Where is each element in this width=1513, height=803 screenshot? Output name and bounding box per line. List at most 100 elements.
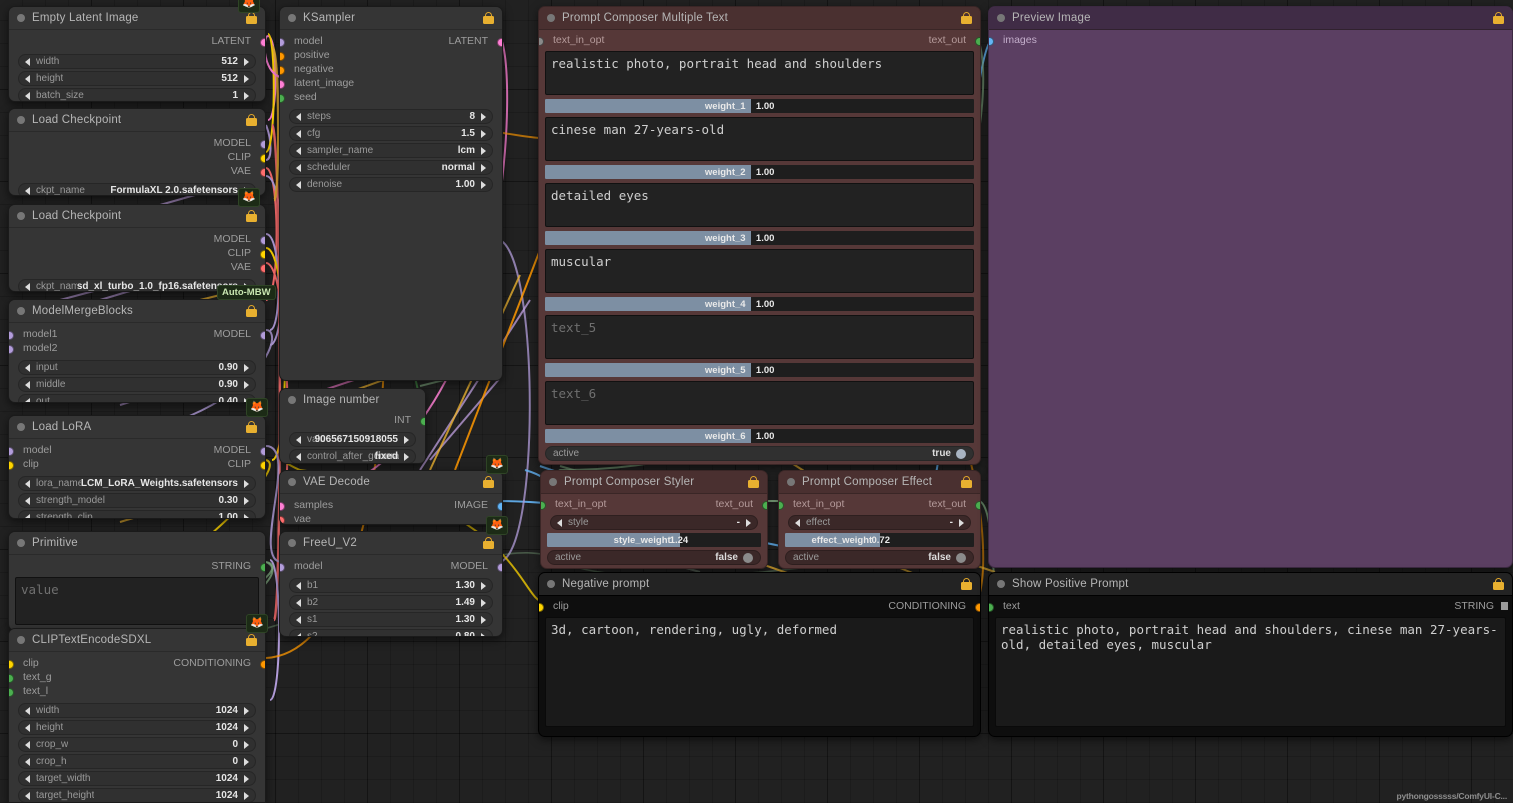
widget-strength-model[interactable]: strength_model 0.30 bbox=[18, 493, 256, 508]
next-arrow-icon[interactable] bbox=[244, 479, 249, 488]
collapse-dot[interactable] bbox=[547, 14, 555, 22]
collapse-dot[interactable] bbox=[288, 478, 296, 486]
node-ksampler[interactable]: KSampler model LATENT positive negative bbox=[279, 6, 503, 381]
slot-dot-text-out[interactable] bbox=[975, 37, 980, 46]
prev-arrow-icon[interactable] bbox=[795, 518, 800, 527]
slider-value[interactable]: 1.00 bbox=[756, 233, 775, 244]
slot-dot-image[interactable] bbox=[497, 502, 502, 511]
node-header[interactable]: Load LoRA bbox=[9, 416, 265, 439]
widget-denoise[interactable]: denoise 1.00 bbox=[289, 177, 493, 192]
fox-icon-button[interactable]: 🦊 bbox=[486, 516, 508, 535]
collapse-dot[interactable] bbox=[288, 396, 296, 404]
slot-dot-string[interactable] bbox=[260, 563, 265, 572]
widget-control-after-generate[interactable]: control_after_generate fixed bbox=[289, 449, 416, 463]
decrement-arrow-icon[interactable] bbox=[296, 632, 301, 636]
slider-value[interactable]: 1.00 bbox=[756, 167, 775, 178]
widget-value[interactable]: 8 bbox=[469, 111, 475, 122]
increment-arrow-icon[interactable] bbox=[481, 632, 486, 636]
decrement-arrow-icon[interactable] bbox=[296, 112, 301, 121]
increment-arrow-icon[interactable] bbox=[244, 57, 249, 66]
node-header[interactable]: Prompt Composer Styler bbox=[541, 471, 767, 494]
slider-value[interactable]: 0.72 bbox=[872, 535, 891, 546]
widget-batch-size[interactable]: batch_size 1 bbox=[18, 88, 256, 101]
decrement-arrow-icon[interactable] bbox=[25, 91, 30, 100]
slot-row[interactable]: clip CONDITIONING bbox=[9, 656, 265, 670]
slot-dot-latent[interactable] bbox=[260, 38, 265, 47]
widget-width[interactable]: width 512 bbox=[18, 54, 256, 69]
node-primitive[interactable]: Primitive STRING value bbox=[8, 531, 266, 631]
widget-ckpt-name[interactable]: ckpt_name FormulaXL 2.0.safetensors bbox=[18, 183, 256, 195]
decrement-arrow-icon[interactable] bbox=[25, 496, 30, 505]
slot-row[interactable]: text_in_opt text_out bbox=[541, 497, 767, 511]
increment-arrow-icon[interactable] bbox=[244, 513, 249, 518]
input-slot-vae[interactable]: vae bbox=[280, 512, 502, 524]
node-header[interactable]: Primitive bbox=[9, 532, 265, 555]
lock-icon[interactable] bbox=[246, 210, 257, 222]
input-slot-model2[interactable]: model2 bbox=[9, 341, 265, 355]
slot-dot-vae[interactable] bbox=[260, 168, 265, 177]
weight-4-slider[interactable]: weight_4 1.00 bbox=[545, 297, 974, 311]
lock-icon[interactable] bbox=[483, 12, 494, 24]
widget-value[interactable]: 1.00 bbox=[219, 512, 238, 518]
input-slot-latent-image[interactable]: latent_image bbox=[280, 76, 502, 90]
node-header[interactable]: Load Checkpoint bbox=[9, 109, 265, 132]
decrement-arrow-icon[interactable] bbox=[25, 74, 30, 83]
widget-value[interactable]: 0 bbox=[232, 756, 238, 767]
input-slot-positive[interactable]: positive bbox=[280, 48, 502, 62]
widget-effect[interactable]: effect - bbox=[788, 515, 971, 530]
increment-arrow-icon[interactable] bbox=[481, 615, 486, 624]
output-slot-vae[interactable]: VAE bbox=[9, 260, 265, 274]
slot-dot-text-out[interactable] bbox=[975, 501, 980, 510]
widget-middle[interactable]: middle 0.90 bbox=[18, 377, 256, 392]
slider-value[interactable]: 1.24 bbox=[670, 535, 689, 546]
widget-value[interactable]: 1.49 bbox=[456, 597, 475, 608]
lock-icon[interactable] bbox=[1493, 12, 1504, 24]
node-vae-decode[interactable]: VAE Decode samples IMAGE vae bbox=[279, 470, 503, 525]
node-empty-latent-image[interactable]: Empty Latent Image LATENT width 512 heig… bbox=[8, 6, 266, 102]
output-slot-clip[interactable]: CLIP bbox=[9, 246, 265, 260]
output-slot-vae[interactable]: VAE bbox=[9, 164, 265, 178]
weight-2-slider[interactable]: weight_2 1.00 bbox=[545, 165, 974, 179]
widget-value[interactable]: 1.30 bbox=[456, 614, 475, 625]
node-header[interactable]: Empty Latent Image bbox=[9, 7, 265, 30]
widget-value[interactable]: sd_xl_turbo_1.0_fp16.safetensors bbox=[77, 281, 238, 291]
node-header[interactable]: Prompt Composer Effect bbox=[779, 471, 980, 494]
slot-dot-conditioning[interactable] bbox=[975, 603, 980, 612]
output-slot-model[interactable]: MODEL bbox=[9, 136, 265, 150]
output-slot-model[interactable]: MODEL bbox=[9, 232, 265, 246]
slot-dot-text-out[interactable] bbox=[762, 501, 767, 510]
active-toggle[interactable]: active false bbox=[785, 550, 974, 565]
increment-arrow-icon[interactable] bbox=[481, 180, 486, 189]
weight-5-slider[interactable]: weight_5 1.00 bbox=[545, 363, 974, 377]
slot-row[interactable]: model MODEL bbox=[280, 559, 502, 573]
widget-value[interactable]: normal bbox=[442, 162, 475, 173]
text-3-textarea[interactable]: detailed eyes bbox=[545, 183, 974, 227]
collapse-dot[interactable] bbox=[17, 307, 25, 315]
widget-value[interactable]: 0.40 bbox=[219, 396, 238, 402]
decrement-arrow-icon[interactable] bbox=[25, 791, 30, 800]
node-clip-text-encode-sdxl[interactable]: CLIPTextEncodeSDXL clip CONDITIONING tex… bbox=[8, 628, 266, 803]
widget-value[interactable]: 1 bbox=[232, 90, 238, 101]
widget-value[interactable]: 512 bbox=[221, 56, 238, 67]
decrement-arrow-icon[interactable] bbox=[296, 129, 301, 138]
widget-value[interactable]: fixed bbox=[375, 451, 398, 462]
widget-lora-name[interactable]: lora_name LCM_LoRA_Weights.safetensors bbox=[18, 476, 256, 491]
widget-value[interactable]: 1024 bbox=[216, 790, 238, 801]
widget-value[interactable]: lcm bbox=[458, 145, 475, 156]
increment-arrow-icon[interactable] bbox=[481, 129, 486, 138]
collapse-dot[interactable] bbox=[997, 14, 1005, 22]
increment-arrow-icon[interactable] bbox=[481, 581, 486, 590]
prev-arrow-icon[interactable] bbox=[296, 146, 301, 155]
slot-row[interactable]: model LATENT bbox=[280, 34, 502, 48]
widget-value[interactable]: 512 bbox=[221, 73, 238, 84]
next-arrow-icon[interactable] bbox=[481, 163, 486, 172]
string-output-icon[interactable] bbox=[1501, 602, 1508, 610]
slot-dot-model[interactable] bbox=[260, 236, 265, 245]
collapse-dot[interactable] bbox=[547, 580, 555, 588]
increment-arrow-icon[interactable] bbox=[244, 774, 249, 783]
next-arrow-icon[interactable] bbox=[959, 518, 964, 527]
prev-arrow-icon[interactable] bbox=[25, 186, 30, 195]
widget-value[interactable]: 1024 bbox=[216, 722, 238, 733]
widget-crop-h[interactable]: crop_h 0 bbox=[18, 754, 256, 769]
decrement-arrow-icon[interactable] bbox=[25, 774, 30, 783]
